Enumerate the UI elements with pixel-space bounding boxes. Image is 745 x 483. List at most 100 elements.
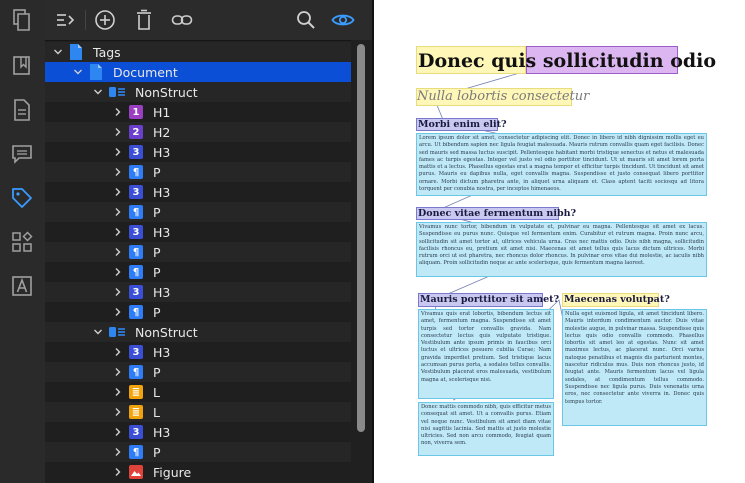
tags-panel: Tags Document NonStruct 1 H1 2 H2 3 H3 ¶ P 3 H3 ¶ P 3 H3… (45, 0, 372, 483)
file-icon (89, 64, 103, 80)
section-heading: Donec vitae fermentum nibh? (418, 208, 577, 219)
collapse-list-icon[interactable] (53, 8, 77, 32)
tree-row[interactable]: ¶ P (45, 162, 351, 182)
tree-row-label: P (153, 444, 161, 460)
chevron-right-icon[interactable] (113, 267, 123, 277)
tree-row[interactable]: NonStruct (45, 322, 351, 342)
add-icon[interactable] (93, 8, 117, 32)
chevron-right-icon[interactable] (113, 307, 123, 317)
tree-row[interactable]: ¶ P (45, 262, 351, 282)
heading-icon: 3 (129, 145, 143, 159)
tree-row[interactable]: 3 H3 (45, 342, 351, 362)
heading-icon: 3 (129, 425, 143, 439)
list-highlight[interactable]: Donec mattis commodo nibh, quis efficitu… (418, 402, 554, 456)
tree-row[interactable]: 3 H3 (45, 422, 351, 442)
paragraph-icon: ¶ (129, 265, 143, 279)
chevron-right-icon[interactable] (113, 167, 123, 177)
chevron-right-icon[interactable] (113, 447, 123, 457)
paragraph-highlight[interactable]: Lorem ipsum dolor sit amet, consectetur … (416, 133, 707, 196)
tree-row[interactable]: 3 H3 (45, 282, 351, 302)
nonstruct-icon (109, 326, 125, 338)
tree-row[interactable]: ¶ P (45, 362, 351, 382)
chevron-down-icon[interactable] (53, 47, 63, 57)
paragraph-text: Nulla eget euismod ligula, sit amet tinc… (565, 311, 704, 405)
delete-icon[interactable] (132, 8, 156, 32)
chevron-right-icon[interactable] (113, 107, 123, 117)
tags-toolbar (45, 0, 372, 41)
heading-icon: 3 (129, 285, 143, 299)
list-text: Vivamus quis erat lobortis, bibendum lec… (421, 311, 551, 383)
paragraph-highlight[interactable]: Nulla eget euismod ligula, sit amet tinc… (562, 309, 707, 426)
tree-row[interactable]: Document (45, 62, 351, 82)
chevron-right-icon[interactable] (113, 287, 123, 297)
chevron-right-icon[interactable] (113, 227, 123, 237)
chevron-right-icon[interactable] (113, 127, 123, 137)
chevron-right-icon[interactable] (113, 247, 123, 257)
paragraph-highlight[interactable]: Vivamus nunc tortor, bibendum in vulputa… (416, 222, 707, 277)
pages-icon[interactable] (10, 8, 34, 32)
chevron-right-icon[interactable] (113, 467, 123, 477)
link-icon[interactable] (170, 8, 194, 32)
chevron-right-icon[interactable] (113, 367, 123, 377)
document-icon[interactable] (10, 98, 34, 122)
tree-row-label: L (153, 404, 160, 420)
paragraph-text: Lorem ipsum dolor sit amet, consectetur … (419, 135, 704, 193)
tree-row[interactable]: Tags (45, 42, 351, 62)
search-icon[interactable] (294, 8, 318, 32)
chevron-right-icon[interactable] (113, 187, 123, 197)
chevron-right-icon[interactable] (113, 207, 123, 217)
tree-row[interactable]: ≣ L (45, 402, 351, 422)
tree-row[interactable]: ≣ L (45, 382, 351, 402)
paragraph-icon: ¶ (129, 245, 143, 259)
tree-row[interactable]: ¶ P (45, 242, 351, 262)
chevron-right-icon[interactable] (113, 347, 123, 357)
tree-row[interactable]: ¶ P (45, 302, 351, 322)
tree-row[interactable]: 3 H3 (45, 142, 351, 162)
tags-icon[interactable] (10, 186, 34, 210)
document-preview: Donec quis sollicitudin odio Nulla lobor… (374, 0, 745, 483)
heading-icon: 3 (129, 185, 143, 199)
document-title: Donec quis sollicitudin odio (418, 50, 717, 72)
tree-row-label: H3 (153, 284, 171, 300)
comments-icon[interactable] (10, 142, 34, 166)
chevron-right-icon[interactable] (113, 427, 123, 437)
list-highlight[interactable]: Vivamus quis erat lobortis, bibendum lec… (418, 309, 554, 399)
paragraph-icon: ¶ (129, 445, 143, 459)
chevron-right-icon[interactable] (113, 147, 123, 157)
tree-row[interactable]: ¶ P (45, 202, 351, 222)
nonstruct-icon (109, 86, 125, 98)
tree-scrollbar-thumb[interactable] (357, 44, 365, 432)
tree-row[interactable]: 3 H3 (45, 182, 351, 202)
toolbar-divider (85, 10, 86, 30)
tree-row[interactable]: Figure (45, 462, 351, 482)
section-heading: Mauris porttitor sit amet? (420, 294, 560, 305)
tree-row-label: H2 (153, 124, 171, 140)
list-icon: ≣ (129, 385, 143, 399)
paragraph-icon: ¶ (129, 365, 143, 379)
bookmarks-icon[interactable] (10, 54, 34, 78)
chevron-down-icon[interactable] (93, 87, 103, 97)
tree-row[interactable]: 1 H1 (45, 102, 351, 122)
layout-icon[interactable] (10, 230, 34, 254)
chevron-right-icon[interactable] (113, 407, 123, 417)
tree-row-label: P (153, 264, 161, 280)
file-icon (69, 44, 83, 60)
paragraph-text: Vivamus nunc tortor, bibendum in vulputa… (419, 224, 704, 267)
tree-row[interactable]: NonStruct (45, 82, 351, 102)
tree-row-label: H1 (153, 104, 171, 120)
tree-row[interactable]: 2 H2 (45, 122, 351, 142)
tree-row[interactable]: 3 H3 (45, 222, 351, 242)
chevron-down-icon[interactable] (93, 327, 103, 337)
section-heading: Morbi enim elit? (418, 119, 507, 130)
tree-row-label: Tags (93, 44, 121, 60)
tree-row[interactable]: ¶ P (45, 442, 351, 462)
tree-scrollbar[interactable] (351, 40, 372, 483)
fonts-icon[interactable] (10, 274, 34, 298)
visibility-icon[interactable] (331, 8, 355, 32)
figure-icon (129, 465, 143, 479)
chevron-down-icon[interactable] (73, 67, 83, 77)
heading-icon: 2 (129, 125, 143, 139)
tree-row-label: H3 (153, 224, 171, 240)
tree-row-label: Document (113, 64, 178, 80)
chevron-right-icon[interactable] (113, 387, 123, 397)
